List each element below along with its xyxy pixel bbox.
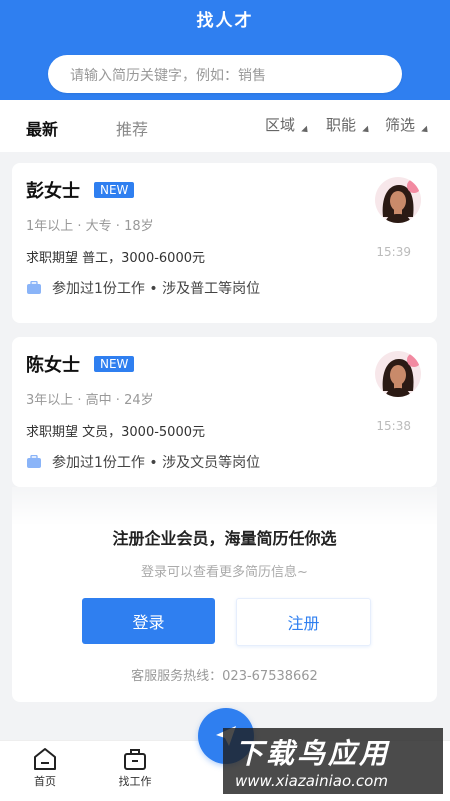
login-button[interactable]: 登录 bbox=[82, 598, 215, 644]
update-time: 15:38 bbox=[376, 419, 411, 433]
watermark-logo: 下载鸟应用 www.xiazainiao.com bbox=[223, 728, 443, 794]
avatar bbox=[375, 177, 421, 223]
candidate-meta: 3年以上 · 高中 · 24岁 bbox=[26, 393, 154, 408]
filter-function[interactable]: 职能 bbox=[326, 114, 372, 135]
briefcase-icon bbox=[124, 749, 146, 770]
candidate-card[interactable]: 陈女士 NEW 3年以上 · 高中 · 24岁 求职期望 文员，3000-500… bbox=[12, 337, 437, 487]
online-badge-icon bbox=[407, 353, 421, 367]
page-title: 找人才 bbox=[196, 11, 254, 31]
search-placeholder: 请输入简历关键字，例如：销售 bbox=[70, 68, 266, 84]
candidate-history: 参加过1份工作 • 涉及文员等岗位 bbox=[26, 452, 260, 472]
filter-area-label: 区域 bbox=[265, 116, 296, 134]
candidate-expectation: 求职期望 文员，3000-5000元 bbox=[26, 425, 205, 440]
candidate-card[interactable]: 彭女士 NEW 1年以上 · 大专 · 18岁 求职期望 普工，3000-600… bbox=[12, 163, 437, 323]
candidate-meta: 1年以上 · 大专 · 18岁 bbox=[26, 219, 154, 234]
watermark-title: 下载鸟应用 bbox=[235, 737, 391, 770]
service-hotline: 客服服务热线：023-67538662 bbox=[131, 669, 318, 684]
search-input[interactable]: 请输入简历关键字，例如：销售 bbox=[48, 55, 402, 93]
briefcase-icon bbox=[27, 455, 41, 468]
online-badge-icon bbox=[407, 179, 421, 193]
dropdown-icon bbox=[421, 125, 431, 135]
dropdown-icon bbox=[362, 125, 372, 135]
filter-screen[interactable]: 筛选 bbox=[385, 114, 431, 135]
filter-area[interactable]: 区域 bbox=[265, 114, 311, 135]
top-bar: 找人才 请输入简历关键字，例如：销售 bbox=[0, 0, 450, 100]
nav-home[interactable]: 首页 bbox=[15, 747, 75, 789]
new-badge: NEW bbox=[94, 182, 135, 198]
tab-recommend[interactable]: 推荐 bbox=[116, 116, 148, 140]
candidate-expectation: 求职期望 普工，3000-6000元 bbox=[26, 251, 205, 266]
filter-screen-label: 筛选 bbox=[385, 116, 416, 134]
nav-home-label: 首页 bbox=[34, 775, 56, 788]
candidate-name: 彭女士 bbox=[26, 181, 80, 202]
register-button[interactable]: 注册 bbox=[236, 598, 371, 646]
dropdown-icon bbox=[301, 125, 311, 135]
login-prompt: 注册企业会员，海量简历任你选 登录可以查看更多简历信息~ 登录 注册 客服服务热… bbox=[12, 487, 437, 702]
watermark-url: www.xiazainiao.com bbox=[235, 772, 388, 790]
candidate-history-text: 参加过1份工作 • 涉及普工等岗位 bbox=[52, 281, 261, 297]
avatar bbox=[375, 351, 421, 397]
new-badge: NEW bbox=[94, 356, 135, 372]
tab-bar: 最新 推荐 区域 职能 筛选 bbox=[0, 100, 450, 152]
prompt-title: 注册企业会员，海量简历任你选 bbox=[112, 529, 337, 548]
nav-find-job-label: 找工作 bbox=[118, 775, 152, 788]
candidate-name: 陈女士 bbox=[26, 355, 80, 376]
briefcase-icon bbox=[27, 281, 41, 294]
tab-latest[interactable]: 最新 bbox=[26, 116, 58, 140]
home-icon bbox=[34, 748, 56, 770]
candidate-history: 参加过1份工作 • 涉及普工等岗位 bbox=[26, 278, 260, 298]
filter-function-label: 职能 bbox=[326, 116, 357, 134]
candidate-history-text: 参加过1份工作 • 涉及文员等岗位 bbox=[52, 455, 261, 471]
update-time: 15:39 bbox=[376, 245, 411, 259]
prompt-subtitle: 登录可以查看更多简历信息~ bbox=[141, 565, 308, 580]
nav-find-job[interactable]: 找工作 bbox=[105, 747, 165, 789]
